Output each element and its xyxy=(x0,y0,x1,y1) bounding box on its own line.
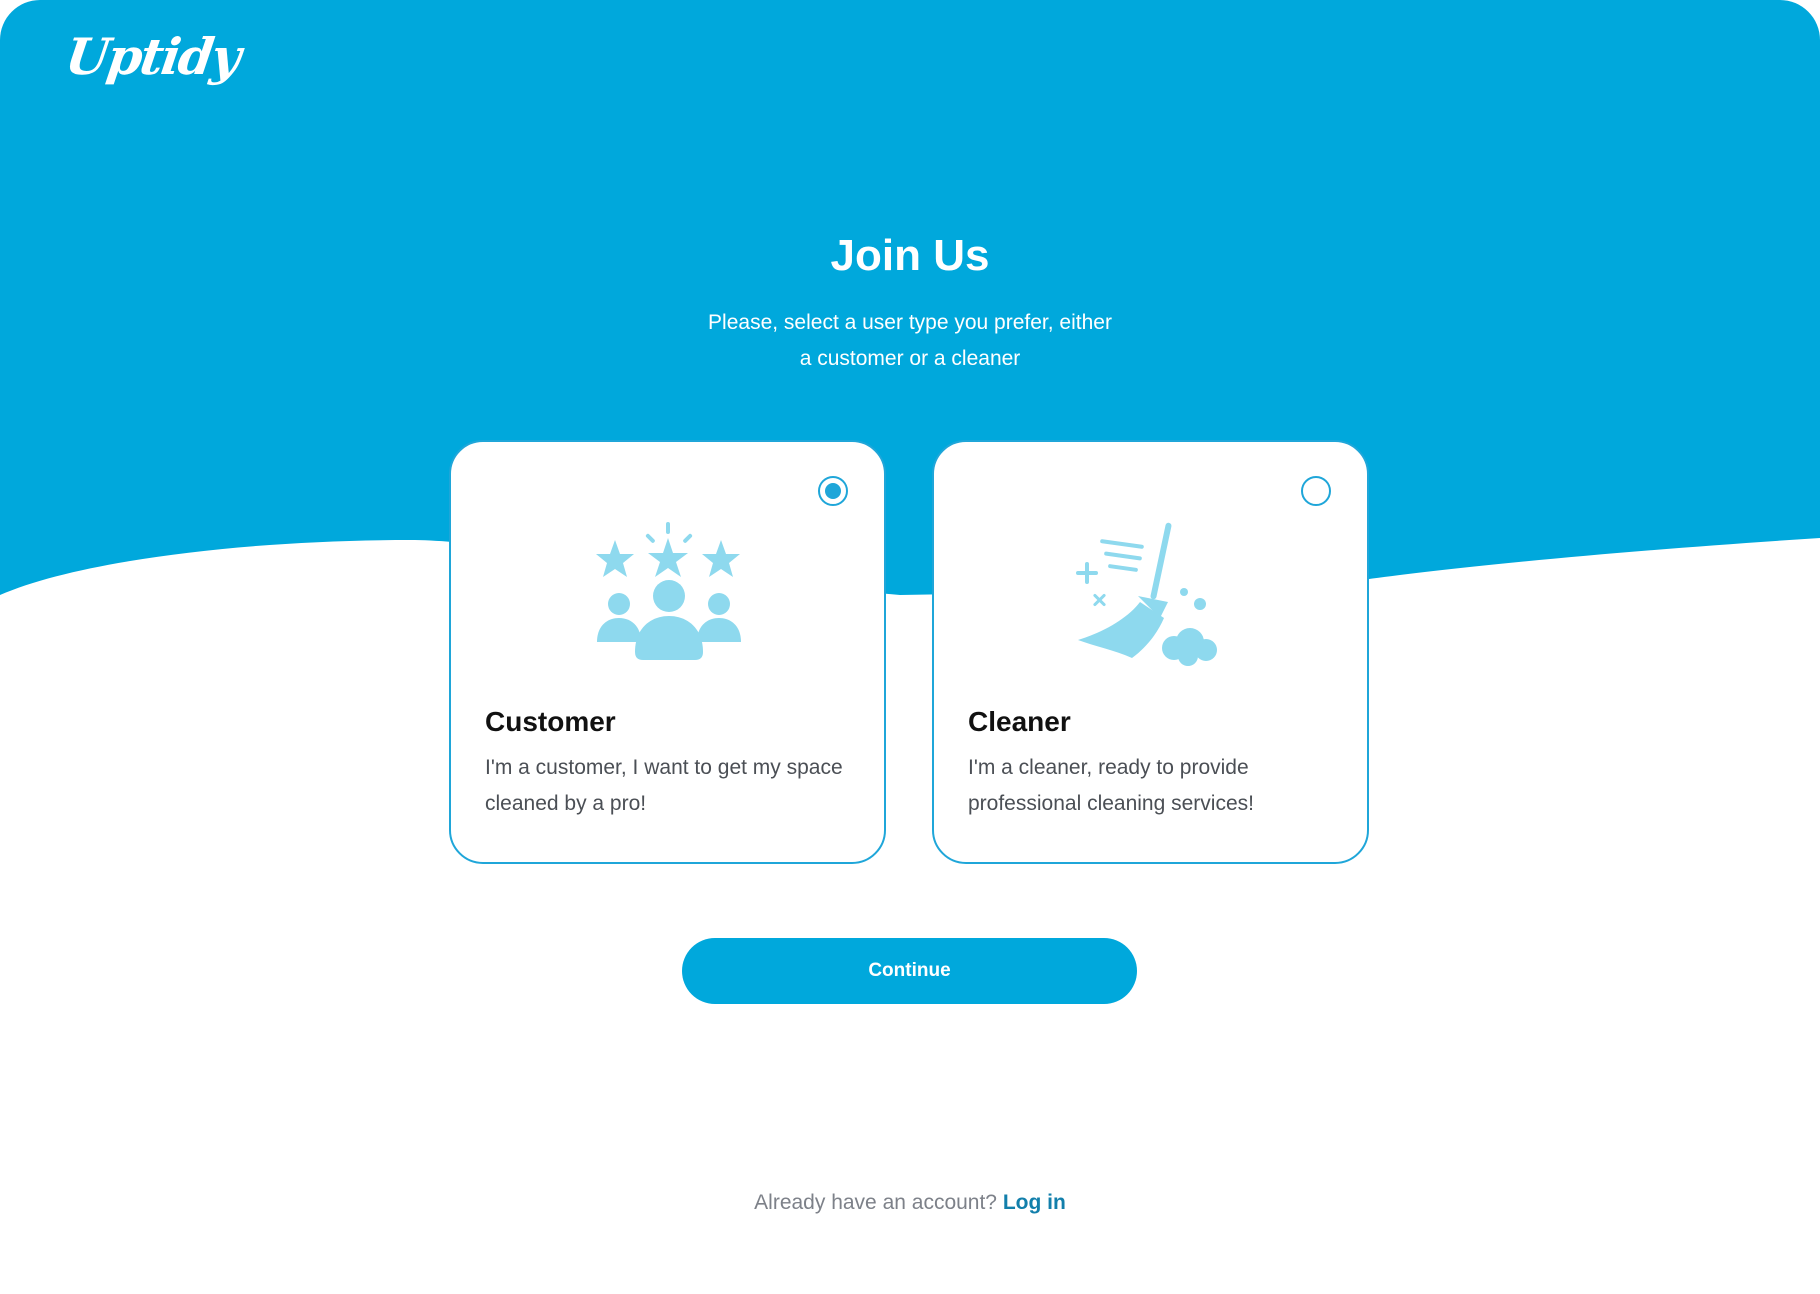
customer-title: Customer xyxy=(485,706,616,737)
login-link[interactable]: Log in xyxy=(1003,1191,1066,1214)
user-type-card-customer[interactable]: Customer I'm a customer, I want to get m… xyxy=(449,440,886,864)
login-prompt: Already have an account? Log in xyxy=(0,1188,1820,1218)
cleaner-description: I'm a cleaner, ready to provide professi… xyxy=(968,756,1254,815)
subtitle-line-1: Please, select a user type you prefer, e… xyxy=(708,311,1112,334)
people-rating-icon xyxy=(596,522,741,660)
uptidy-logo[interactable]: Uptidy xyxy=(61,22,243,92)
continue-button[interactable]: Continue xyxy=(682,938,1137,1004)
cleaner-radio[interactable] xyxy=(1301,476,1331,506)
page-subtitle: Please, select a user type you prefer, e… xyxy=(660,305,1160,377)
customer-description: I'm a customer, I want to get my space c… xyxy=(485,756,843,815)
page-title: Join Us xyxy=(830,231,990,280)
user-type-card-cleaner[interactable]: Cleaner I'm a cleaner, ready to provide … xyxy=(932,440,1369,864)
join-page: Uptidy Join Us Please, select a user typ… xyxy=(0,0,1820,1294)
cleaner-title: Cleaner xyxy=(968,706,1071,737)
broom-icon xyxy=(1076,522,1217,666)
login-prompt-text: Already have an account? xyxy=(754,1191,997,1214)
customer-radio[interactable] xyxy=(818,476,848,506)
subtitle-line-2: a customer or a cleaner xyxy=(799,347,1021,370)
